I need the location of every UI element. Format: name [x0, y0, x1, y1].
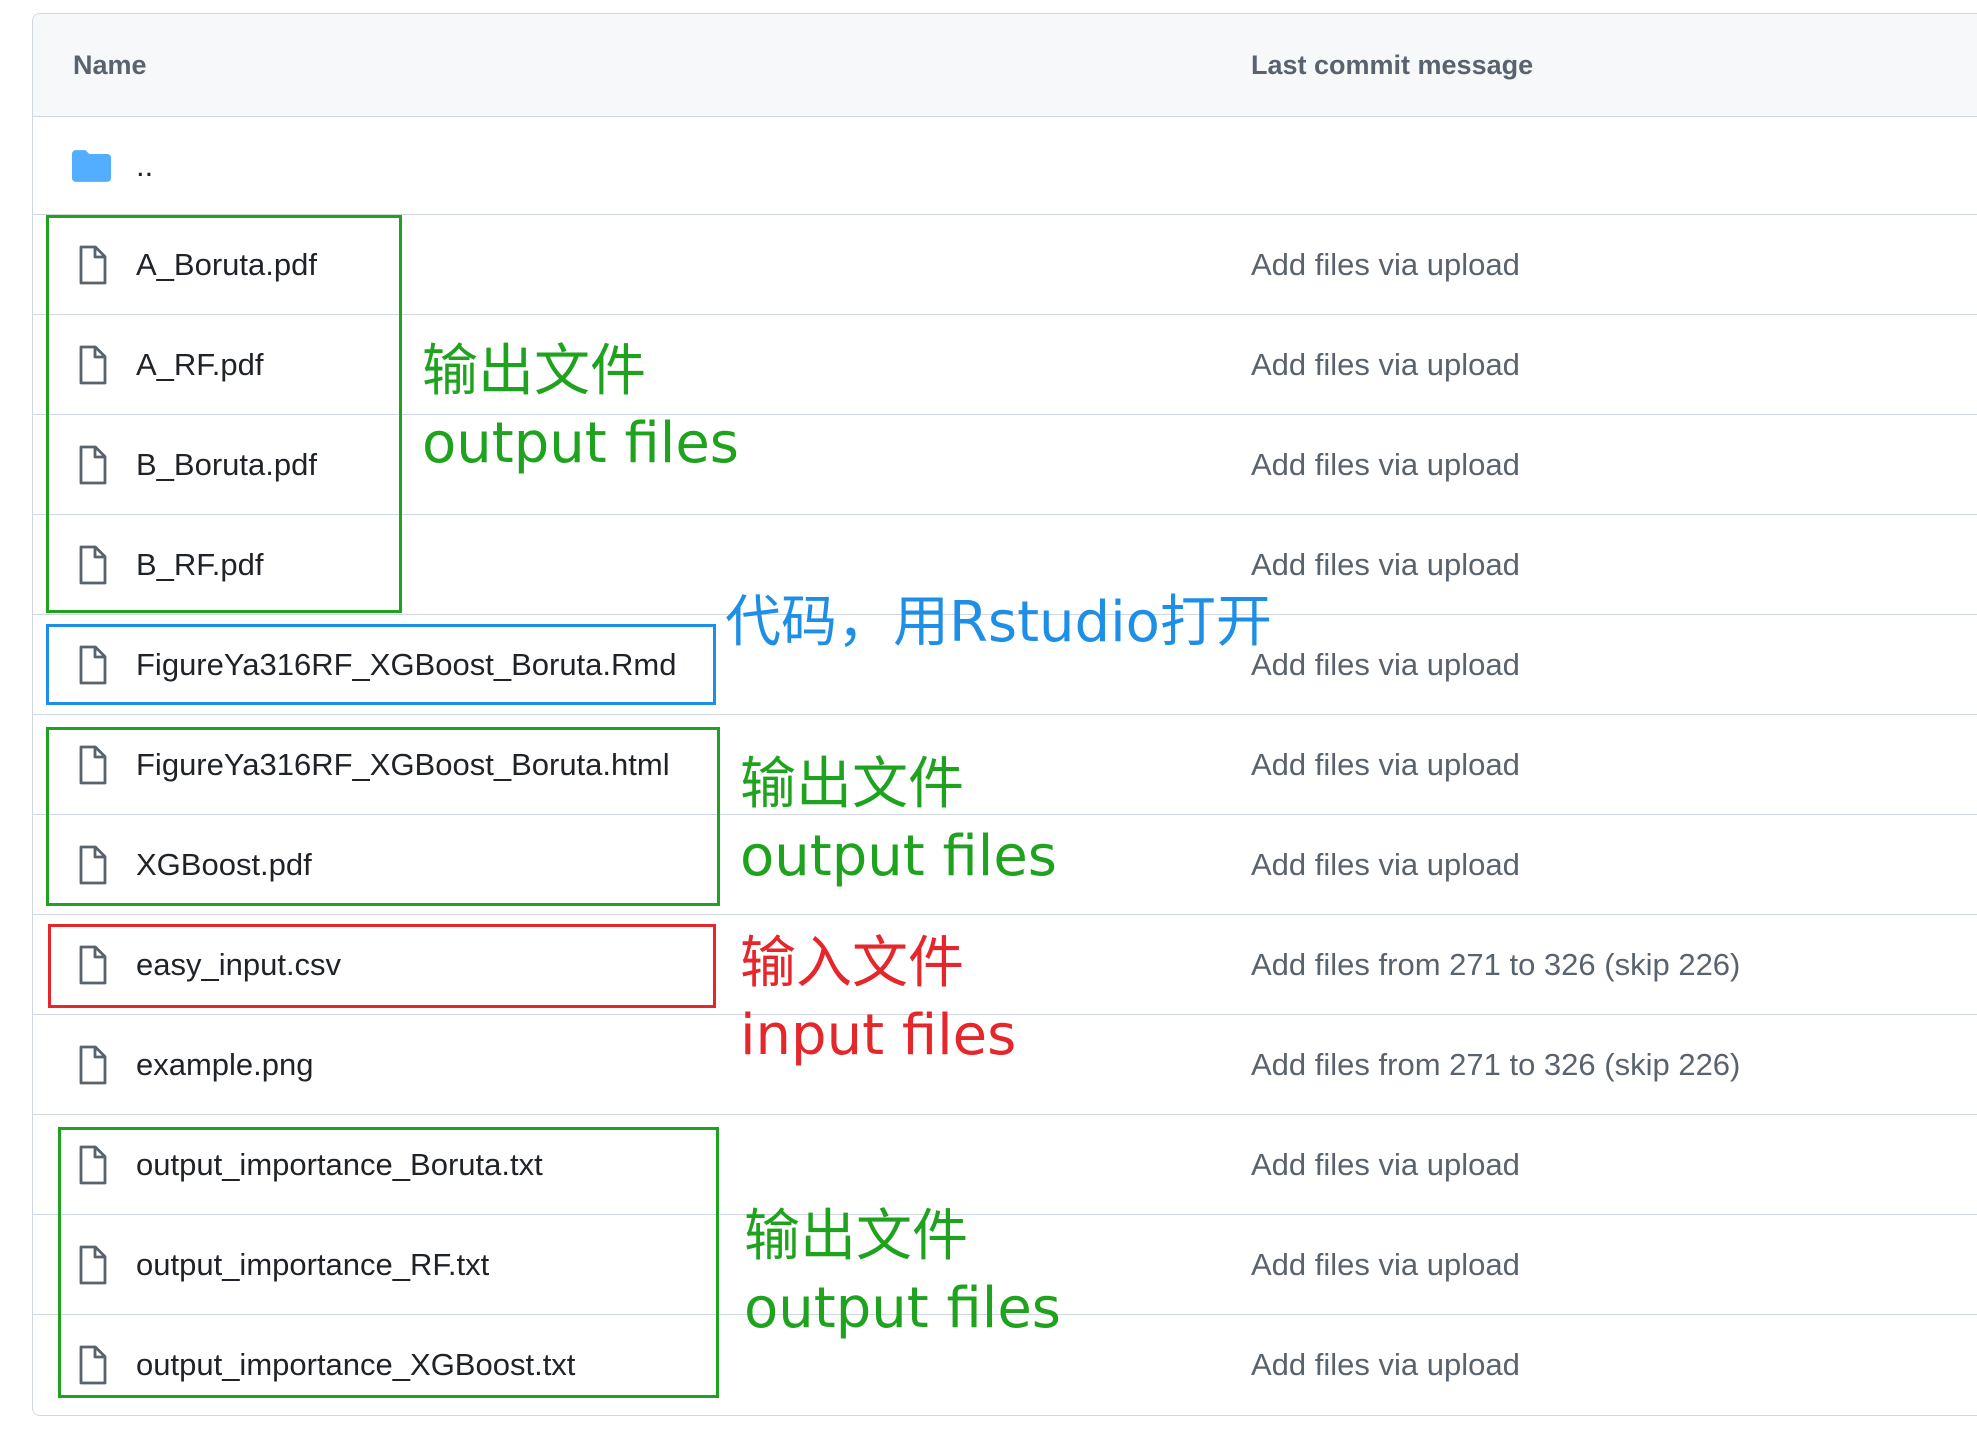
- output-files-label-2: 输出文件 output files: [740, 749, 1057, 893]
- commit-message-link[interactable]: Add files via upload: [1251, 547, 1520, 583]
- output-files-label-1: 输出文件 output files: [422, 336, 739, 480]
- commit-message-link[interactable]: Add files via upload: [1251, 247, 1520, 283]
- commit-message-link[interactable]: Add files via upload: [1251, 1247, 1520, 1283]
- commit-message-link[interactable]: Add files via upload: [1251, 747, 1520, 783]
- name-cell: example.png: [33, 1045, 1251, 1085]
- output-files-box-2: [46, 727, 720, 906]
- parent-name-cell: ..: [33, 148, 1251, 184]
- header-commit-label: Last commit message: [1251, 49, 1534, 80]
- output-files-box-3: [58, 1127, 719, 1398]
- commit-message-link[interactable]: Add files via upload: [1251, 847, 1520, 883]
- annotation-line-cn: 输出文件: [422, 339, 646, 404]
- parent-directory-row[interactable]: ..: [33, 117, 1977, 215]
- commit-message-link[interactable]: Add files via upload: [1251, 447, 1520, 483]
- code-file-box: [46, 624, 716, 705]
- commit-message-link[interactable]: Add files via upload: [1251, 1347, 1520, 1383]
- annotation-line-en: input files: [740, 1003, 1017, 1068]
- parent-directory-link[interactable]: ..: [136, 148, 153, 184]
- annotation-line-en: output files: [744, 1276, 1061, 1341]
- annotation-line-cn: 输出文件: [740, 752, 964, 817]
- commit-message-link[interactable]: Add files via upload: [1251, 347, 1520, 383]
- annotation-line-cn: 输出文件: [744, 1204, 968, 1269]
- input-files-label: 输入文件 input files: [740, 928, 1016, 1072]
- annotation-line-en: output files: [740, 824, 1057, 889]
- annotation-line-cn: 输入文件: [740, 931, 964, 996]
- annotation-line-cn: 代码，用Rstudio打开: [725, 590, 1272, 655]
- file-icon: [78, 1045, 108, 1085]
- commit-message-link[interactable]: Add files via upload: [1251, 1147, 1520, 1183]
- commit-message-link[interactable]: Add files from 271 to 326 (skip 226): [1251, 947, 1740, 983]
- commit-message-link[interactable]: Add files via upload: [1251, 647, 1520, 683]
- header-name-cell: Name: [33, 50, 1251, 81]
- header-name-label: Name: [73, 49, 147, 80]
- code-file-label: 代码，用Rstudio打开: [725, 587, 1272, 659]
- table-header: Name Last commit message: [33, 14, 1977, 117]
- input-files-box: [48, 924, 716, 1008]
- output-files-box-1: [46, 215, 402, 613]
- file-name-link[interactable]: example.png: [136, 1047, 314, 1083]
- output-files-label-3: 输出文件 output files: [744, 1201, 1061, 1345]
- commit-message-link[interactable]: Add files from 271 to 326 (skip 226): [1251, 1047, 1740, 1083]
- annotation-line-en: output files: [422, 411, 739, 476]
- folder-icon: [72, 149, 111, 182]
